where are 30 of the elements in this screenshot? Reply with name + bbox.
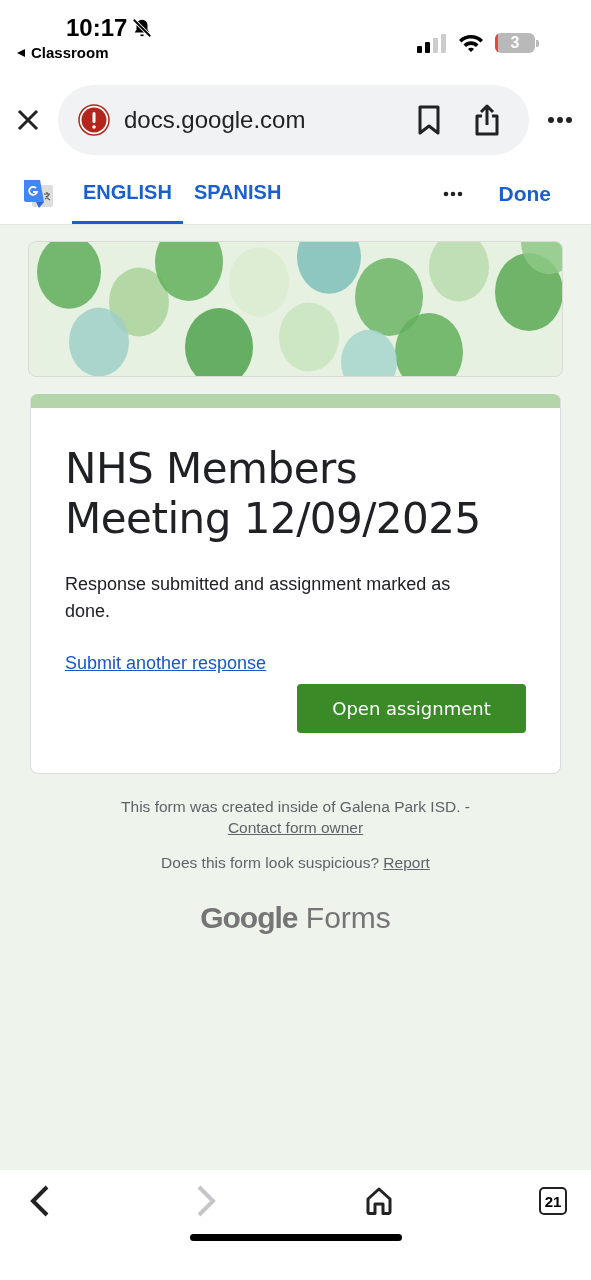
done-button[interactable]: Done	[498, 182, 551, 206]
back-to-app-link[interactable]: Classroom	[16, 44, 154, 61]
status-time: 10:17	[66, 14, 128, 42]
share-icon[interactable]	[473, 103, 501, 137]
report-link[interactable]: Report	[383, 853, 430, 871]
url-text: docs.google.com	[124, 106, 306, 134]
bell-slash-icon	[131, 17, 154, 39]
back-icon[interactable]	[28, 1184, 50, 1218]
more-icon[interactable]	[442, 191, 463, 197]
contact-owner-link[interactable]: Contact form owner	[227, 818, 364, 836]
translate-icon	[22, 178, 54, 210]
wifi-icon	[457, 33, 485, 53]
battery-icon: 3	[495, 33, 535, 53]
google-forms-logo: Google Forms	[200, 900, 391, 935]
report-text: Does this form look suspicious? Report	[161, 852, 430, 873]
tabs-button[interactable]: 21	[539, 1187, 567, 1215]
more-icon[interactable]	[547, 116, 573, 124]
footer-text: This form was created inside of Galena Park ISD. - Contact form owner	[120, 796, 471, 838]
bookmark-icon[interactable]	[417, 105, 441, 135]
language-tab[interactable]: SPANISH	[182, 164, 293, 224]
form-title: NHS Members Meeting 12/09/2025	[65, 444, 482, 545]
signal-icon	[417, 33, 447, 53]
address-bar[interactable]: docs.google.com	[58, 85, 529, 155]
confirmation-message: Response submitted and assignment marked as done.	[65, 572, 452, 623]
warning-icon	[78, 104, 110, 136]
submit-another-link[interactable]: Submit another response	[65, 652, 267, 674]
open-assignment-button[interactable]: Open assignment	[297, 683, 526, 733]
home-icon[interactable]	[364, 1186, 393, 1216]
close-button[interactable]	[16, 108, 40, 132]
back-triangle-icon	[16, 47, 26, 58]
